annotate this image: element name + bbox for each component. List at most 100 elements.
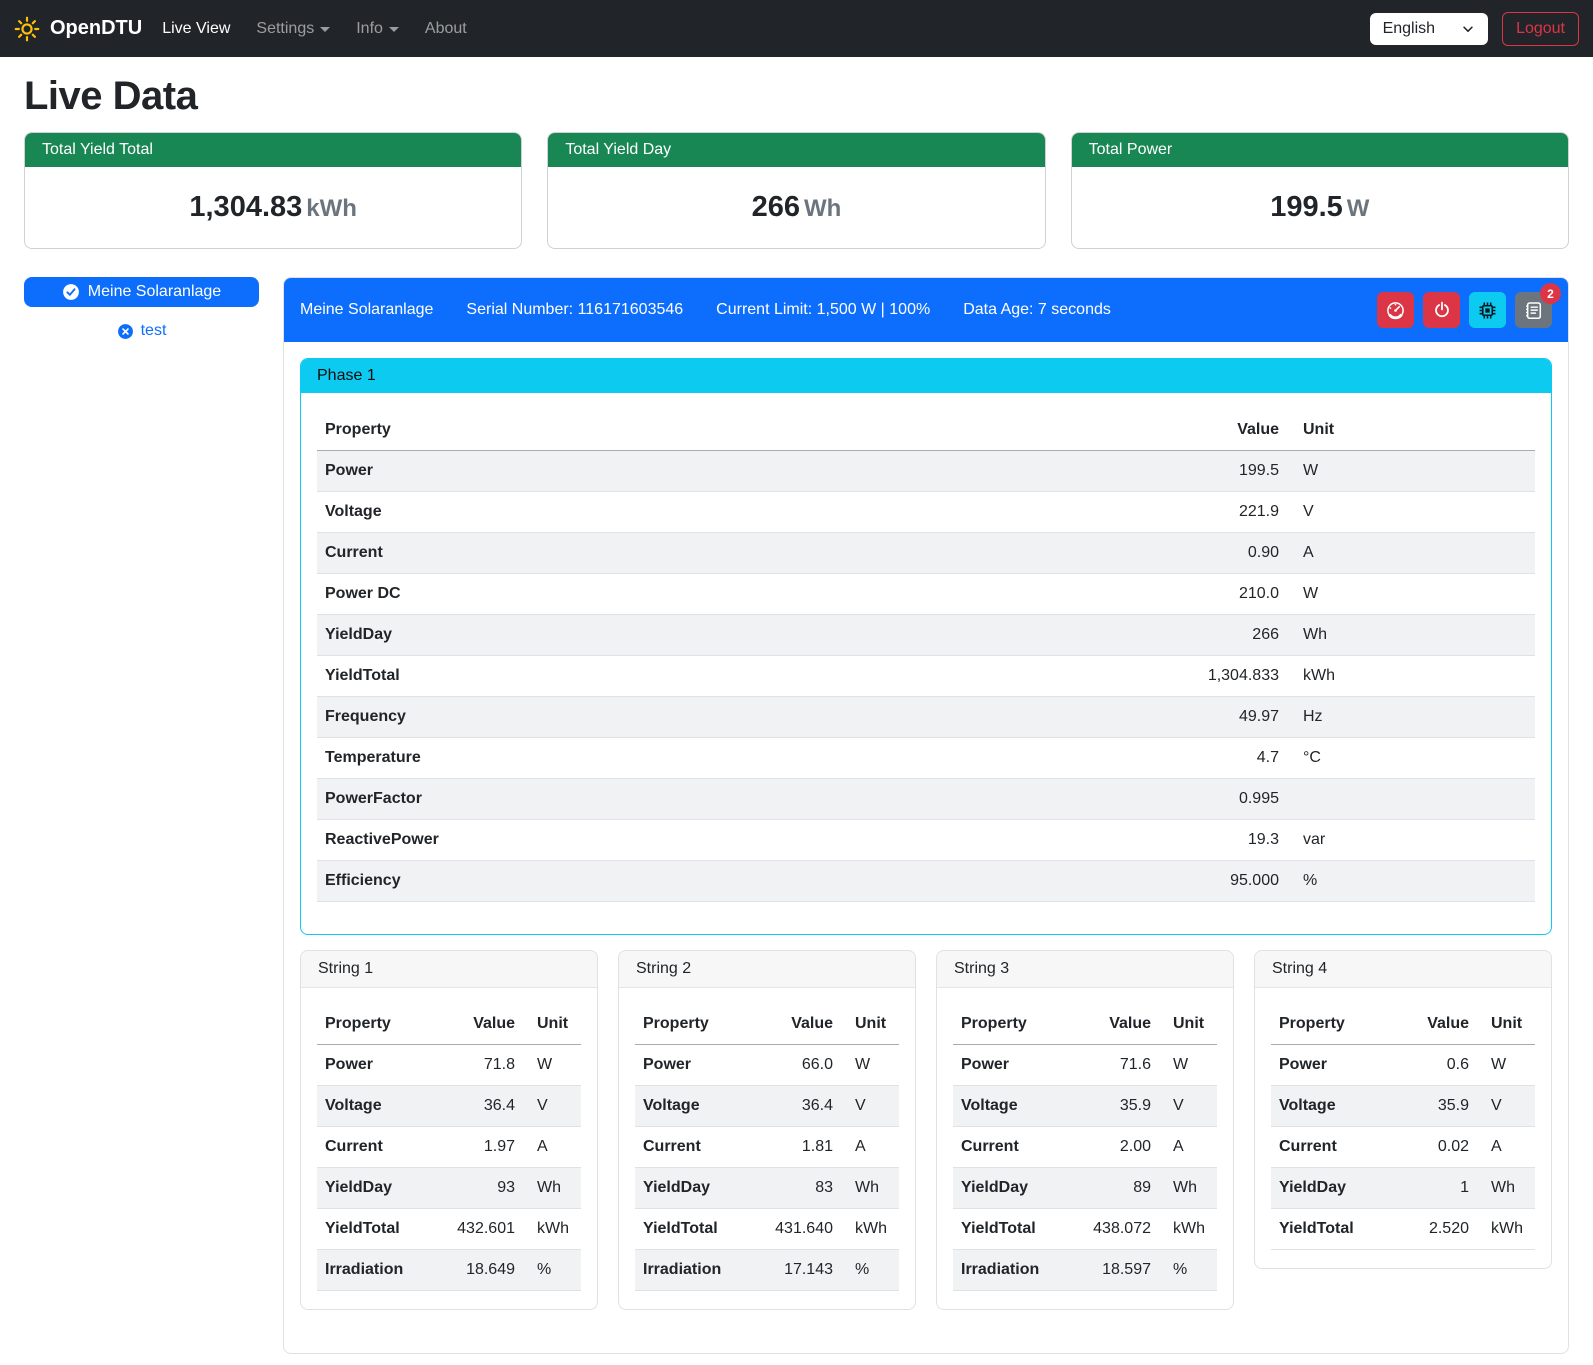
row-unit: % <box>847 1250 899 1291</box>
language-select[interactable]: English <box>1370 13 1488 45</box>
table-row: PowerFactor 0.995 <box>317 779 1535 820</box>
row-property: Power <box>1271 1045 1401 1086</box>
table-row: Current 0.02 A <box>1271 1127 1535 1168</box>
row-property: PowerFactor <box>317 779 1175 820</box>
inverter-serial: Serial Number: 116171603546 <box>466 301 683 319</box>
row-unit: Wh <box>1295 615 1535 656</box>
summary-cards: Total Yield Total 1,304.83kWh Total Yiel… <box>24 132 1569 249</box>
row-value: 432.601 <box>447 1209 529 1250</box>
row-property: Power DC <box>317 574 1175 615</box>
table-row: Power 71.6 W <box>953 1045 1217 1086</box>
row-value: 66.0 <box>765 1045 847 1086</box>
device-info-button[interactable] <box>1469 292 1506 328</box>
table-row: YieldDay 266 Wh <box>317 615 1535 656</box>
table-row: Voltage 35.9 V <box>1271 1086 1535 1127</box>
summary-card-unit: W <box>1347 195 1370 222</box>
summary-card-value: 1,304.83 <box>189 191 302 223</box>
speedometer-icon <box>1386 301 1405 320</box>
row-property: Current <box>317 1127 447 1168</box>
nav-item-about[interactable]: About <box>415 12 477 46</box>
phase-panel: Phase 1 Property Value Unit Power <box>300 358 1552 935</box>
table-row: YieldTotal 438.072 kWh <box>953 1209 1217 1250</box>
row-value: 0.995 <box>1175 779 1295 820</box>
power-control-button[interactable] <box>1423 292 1460 328</box>
logout-button[interactable]: Logout <box>1502 12 1579 46</box>
row-property: Current <box>317 533 1175 574</box>
table-header-row: Property Value Unit <box>317 410 1535 451</box>
row-unit: kWh <box>1165 1209 1217 1250</box>
row-unit: A <box>847 1127 899 1168</box>
cpu-icon <box>1478 301 1497 320</box>
row-property: YieldTotal <box>1271 1209 1401 1250</box>
table-header-row: Property Value Unit <box>953 1004 1217 1045</box>
row-value: 0.90 <box>1175 533 1295 574</box>
row-property: Frequency <box>317 697 1175 738</box>
row-property: Voltage <box>635 1086 765 1127</box>
table-row: Power DC 210.0 W <box>317 574 1535 615</box>
row-property: Voltage <box>953 1086 1083 1127</box>
row-value: 1,304.833 <box>1175 656 1295 697</box>
inverter-selected-button[interactable]: Meine Solaranlage <box>24 277 259 307</box>
row-value: 71.8 <box>447 1045 529 1086</box>
row-property: Current <box>635 1127 765 1168</box>
row-unit: A <box>1483 1127 1535 1168</box>
row-property: Irradiation <box>953 1250 1083 1291</box>
row-property: Power <box>317 451 1175 492</box>
inverter-data-age: Data Age: 7 seconds <box>963 301 1111 319</box>
nav-item-info[interactable]: Info <box>346 12 409 46</box>
col-unit: Unit <box>1483 1004 1535 1045</box>
row-property: YieldTotal <box>317 656 1175 697</box>
nav-item-settings[interactable]: Settings <box>246 12 340 46</box>
inverter-card-header: Meine Solaranlage Serial Number: 1161716… <box>284 278 1568 342</box>
row-unit: Wh <box>529 1168 581 1209</box>
row-unit: kWh <box>1483 1209 1535 1250</box>
brand-link[interactable]: OpenDTU <box>14 16 142 42</box>
sun-icon <box>14 16 40 42</box>
row-unit: V <box>529 1086 581 1127</box>
inverter-item-test[interactable]: test <box>24 322 259 340</box>
row-property: Power <box>953 1045 1083 1086</box>
table-header-row: Property Value Unit <box>635 1004 899 1045</box>
row-value: 71.6 <box>1083 1045 1165 1086</box>
row-property: YieldDay <box>317 1168 447 1209</box>
row-unit: °C <box>1295 738 1535 779</box>
row-value: 0.02 <box>1401 1127 1483 1168</box>
phase-table: Property Value Unit Power 199.5 W Voltag… <box>317 410 1535 902</box>
row-unit: Wh <box>847 1168 899 1209</box>
row-value: 18.597 <box>1083 1250 1165 1291</box>
inverter-item-test-label: test <box>141 322 167 340</box>
nav-item-live-view[interactable]: Live View <box>152 12 240 46</box>
row-property: ReactivePower <box>317 820 1175 861</box>
row-value: 1 <box>1401 1168 1483 1209</box>
row-property: Current <box>1271 1127 1401 1168</box>
caret-down-icon <box>320 27 330 32</box>
row-value: 4.7 <box>1175 738 1295 779</box>
row-unit: W <box>847 1045 899 1086</box>
string-card: String 1 Property Value Unit Power 71.8 … <box>300 950 598 1310</box>
table-row: Current 0.90 A <box>317 533 1535 574</box>
col-value: Value <box>1083 1004 1165 1045</box>
row-property: Temperature <box>317 738 1175 779</box>
summary-card-unit: kWh <box>306 195 357 222</box>
string-card: String 4 Property Value Unit Power 0.6 W… <box>1254 950 1552 1269</box>
event-log-button[interactable]: 2 <box>1515 292 1552 328</box>
string-card: String 2 Property Value Unit Power 66.0 … <box>618 950 916 1310</box>
string-card-title: String 4 <box>1255 951 1551 988</box>
caret-down-icon <box>389 27 399 32</box>
table-row: Current 1.81 A <box>635 1127 899 1168</box>
language-select-value: English <box>1383 20 1435 38</box>
navbar-right: English Logout <box>1370 12 1579 46</box>
table-row: YieldDay 93 Wh <box>317 1168 581 1209</box>
limit-settings-button[interactable] <box>1377 292 1414 328</box>
row-unit: V <box>1295 492 1535 533</box>
row-value: 2.520 <box>1401 1209 1483 1250</box>
row-property: Power <box>635 1045 765 1086</box>
row-property: YieldTotal <box>317 1209 447 1250</box>
phase-table-body: Power 199.5 W Voltage 221.9 V Current 0.… <box>317 451 1535 902</box>
row-value: 36.4 <box>447 1086 529 1127</box>
row-value: 438.072 <box>1083 1209 1165 1250</box>
table-row: Efficiency 95.000 % <box>317 861 1535 902</box>
row-property: YieldTotal <box>635 1209 765 1250</box>
string-table: Property Value Unit Power 71.8 W Voltage… <box>317 1004 581 1291</box>
table-row: YieldTotal 432.601 kWh <box>317 1209 581 1250</box>
